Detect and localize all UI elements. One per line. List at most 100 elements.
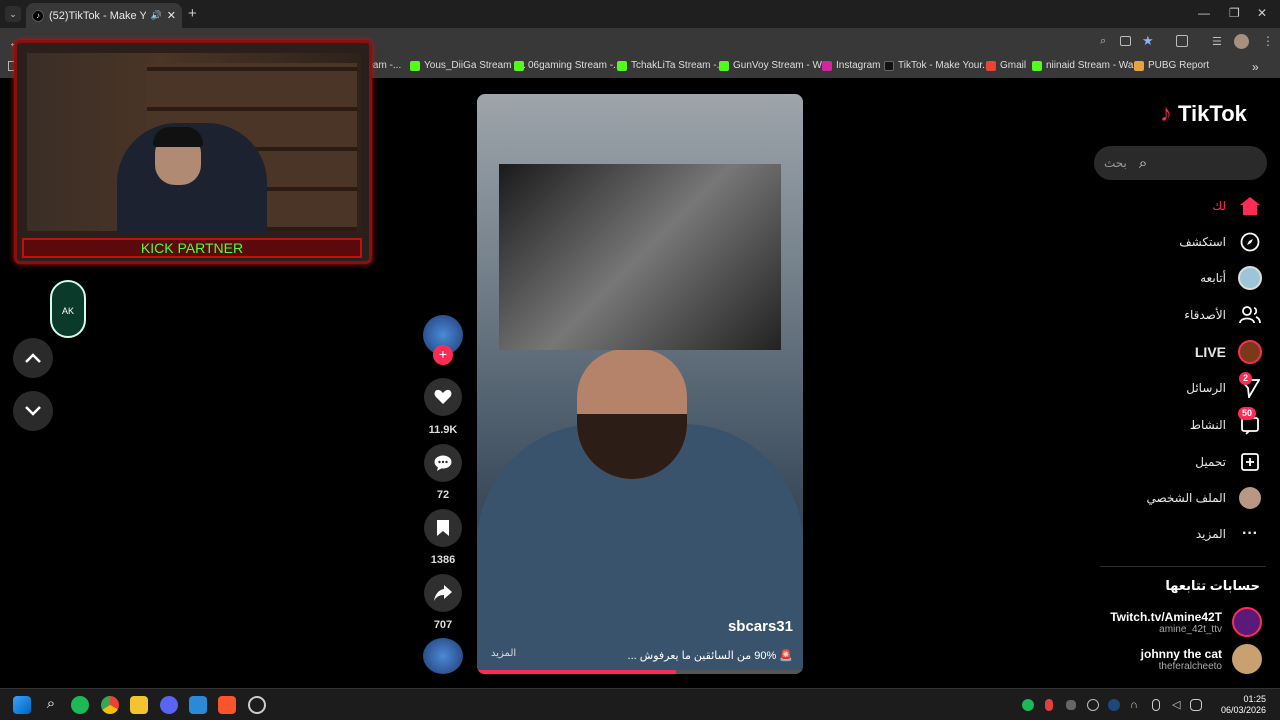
- nav-explore[interactable]: استكشف: [1179, 227, 1262, 257]
- chrome-icon[interactable]: [101, 696, 119, 714]
- spotify-tray-icon[interactable]: [1022, 699, 1034, 711]
- like-count: 11.9K: [428, 424, 458, 436]
- nav-label: تحميل: [1195, 455, 1226, 469]
- account-handle: theferalcheeto: [1158, 660, 1222, 672]
- spotify-icon[interactable]: [71, 696, 89, 714]
- brave-icon[interactable]: [218, 696, 236, 714]
- nav-more[interactable]: ··· المزيد: [1196, 519, 1262, 549]
- nav-upload[interactable]: تحميل: [1195, 447, 1262, 477]
- zoom-icon[interactable]: ⌕: [1100, 35, 1106, 48]
- tab-list-icon[interactable]: ⌄: [5, 6, 21, 22]
- extensions-icon[interactable]: [1176, 35, 1188, 47]
- photos-icon[interactable]: [189, 696, 207, 714]
- pubg-icon: [1134, 60, 1144, 71]
- activity-badge: 50: [1237, 407, 1256, 420]
- friends-icon: [1238, 303, 1262, 327]
- bookmark-button[interactable]: [424, 509, 462, 547]
- profile-avatar[interactable]: [1234, 34, 1249, 49]
- windows-taskbar: ⌕ ∩ ◁ 01:25 06/03/2026: [0, 688, 1280, 720]
- nav-label: المزيد: [1195, 527, 1226, 541]
- restore-button[interactable]: ❐: [1229, 6, 1240, 20]
- system-clock[interactable]: 01:25 06/03/2026: [1221, 694, 1266, 716]
- bookmark-icon: [437, 520, 449, 536]
- messages-badge: 2: [1238, 372, 1252, 385]
- obs-icon[interactable]: [248, 696, 266, 714]
- close-tab-icon[interactable]: ✕: [167, 9, 176, 22]
- nav-profile[interactable]: الملف الشخصي: [1146, 483, 1262, 513]
- music-disc[interactable]: [423, 638, 463, 674]
- compass-icon: [1238, 230, 1262, 254]
- kick-icon: [719, 60, 729, 71]
- speaker-icon[interactable]: 🔊: [151, 10, 162, 21]
- chevron-up-icon: [25, 353, 41, 363]
- share-icon: [434, 585, 452, 601]
- browser-tab[interactable]: ♪ (52)TikTok - Make Your Day 🔊 ✕: [26, 3, 182, 28]
- share-button[interactable]: [424, 574, 462, 612]
- headset-tray-icon[interactable]: ∩: [1130, 699, 1142, 711]
- previous-video-button[interactable]: [13, 338, 53, 378]
- follow-button[interactable]: +: [433, 345, 453, 365]
- discord-icon[interactable]: [160, 696, 178, 714]
- tiktok-brand[interactable]: ♪ TikTok: [1160, 100, 1247, 128]
- mic-tray-icon[interactable]: [1045, 699, 1053, 711]
- chevron-down-icon: [25, 406, 41, 416]
- bookmark-item[interactable]: PUBG Report: [1134, 60, 1209, 71]
- bookmark-item[interactable]: Instagram: [822, 60, 880, 71]
- bookmark-item[interactable]: TikTok - Make Your...: [884, 60, 990, 71]
- reading-list-icon[interactable]: ☰: [1212, 35, 1222, 48]
- clock-date: 06/03/2026: [1220, 705, 1266, 715]
- upload-plus-icon: [1238, 450, 1262, 474]
- steam-tray-icon[interactable]: [1108, 699, 1120, 711]
- nav-label: النشاط: [1189, 418, 1226, 432]
- app-tray-icon[interactable]: [1066, 700, 1076, 710]
- following-account[interactable]: Twitch.tv/Amine42T amine_42t_ttv: [1110, 607, 1262, 637]
- gmail-icon: [986, 60, 996, 71]
- account-avatar: [1232, 644, 1262, 674]
- network-icon[interactable]: [1190, 699, 1202, 711]
- following-account[interactable]: johnny the cat theferalcheeto: [1141, 644, 1262, 674]
- next-video-button[interactable]: [13, 391, 53, 431]
- search-input[interactable]: ⌕ بحث: [1094, 146, 1267, 180]
- steelseries-tray-icon[interactable]: [1087, 699, 1099, 711]
- nav-messages[interactable]: 2 الرسائل: [1186, 372, 1262, 403]
- kick-icon: [410, 60, 420, 71]
- like-button[interactable]: [424, 378, 462, 416]
- following-avatar-icon: [1238, 266, 1262, 290]
- kick-icon: [617, 60, 627, 71]
- nav-activity[interactable]: 50 النشاط: [1189, 407, 1262, 440]
- file-explorer-icon[interactable]: [130, 696, 148, 714]
- nav-label: الملف الشخصي: [1146, 491, 1226, 505]
- nav-friends[interactable]: الأصدقاء: [1184, 300, 1262, 330]
- menu-icon[interactable]: ⋮: [1262, 34, 1274, 48]
- video-author[interactable]: sbcars31: [728, 618, 793, 635]
- streamer-cap: [153, 127, 203, 147]
- video-progress-bar[interactable]: [477, 670, 803, 674]
- nav-label: الرسائل: [1186, 381, 1226, 395]
- start-icon[interactable]: [13, 696, 31, 714]
- bookmark-item[interactable]: 06gaming Stream -...: [514, 60, 621, 71]
- more-bookmarks-icon[interactable]: »: [1252, 60, 1259, 74]
- minimize-button[interactable]: —: [1198, 6, 1210, 20]
- video-player[interactable]: sbcars31 🚨 90% من السائقين ما يعرفوش ...…: [477, 94, 803, 674]
- new-tab-button[interactable]: +: [188, 5, 197, 22]
- nav-label: الأصدقاء: [1184, 308, 1226, 322]
- volume-icon[interactable]: ◁: [1172, 699, 1184, 711]
- nav-label: لك: [1212, 199, 1226, 213]
- microphone-icon[interactable]: [1152, 699, 1160, 711]
- bookmark-star-icon[interactable]: ★: [1142, 33, 1154, 49]
- search-icon[interactable]: ⌕: [1139, 155, 1147, 172]
- comment-button[interactable]: [424, 444, 462, 482]
- nav-live[interactable]: LIVE: [1195, 337, 1262, 367]
- bookmark-item[interactable]: Gmail: [986, 60, 1026, 71]
- account-handle: amine_42t_ttv: [1159, 623, 1222, 635]
- close-window-button[interactable]: ✕: [1257, 6, 1267, 20]
- bookmark-item[interactable]: niinaid Stream - Wa...: [1032, 60, 1142, 71]
- search-taskbar-icon[interactable]: ⌕: [42, 696, 60, 714]
- nav-following[interactable]: أتابعه: [1200, 263, 1262, 293]
- bookmark-item[interactable]: TchakLiTa Stream -...: [617, 60, 725, 71]
- cast-icon[interactable]: [1120, 36, 1131, 46]
- nav-for-you[interactable]: لك: [1212, 191, 1262, 221]
- caption-more-link[interactable]: المزيد: [491, 648, 516, 659]
- bookmark-item[interactable]: GunVoy Stream - W...: [719, 60, 830, 71]
- bookmark-item[interactable]: Yous_DiiGa Stream -...: [410, 60, 526, 71]
